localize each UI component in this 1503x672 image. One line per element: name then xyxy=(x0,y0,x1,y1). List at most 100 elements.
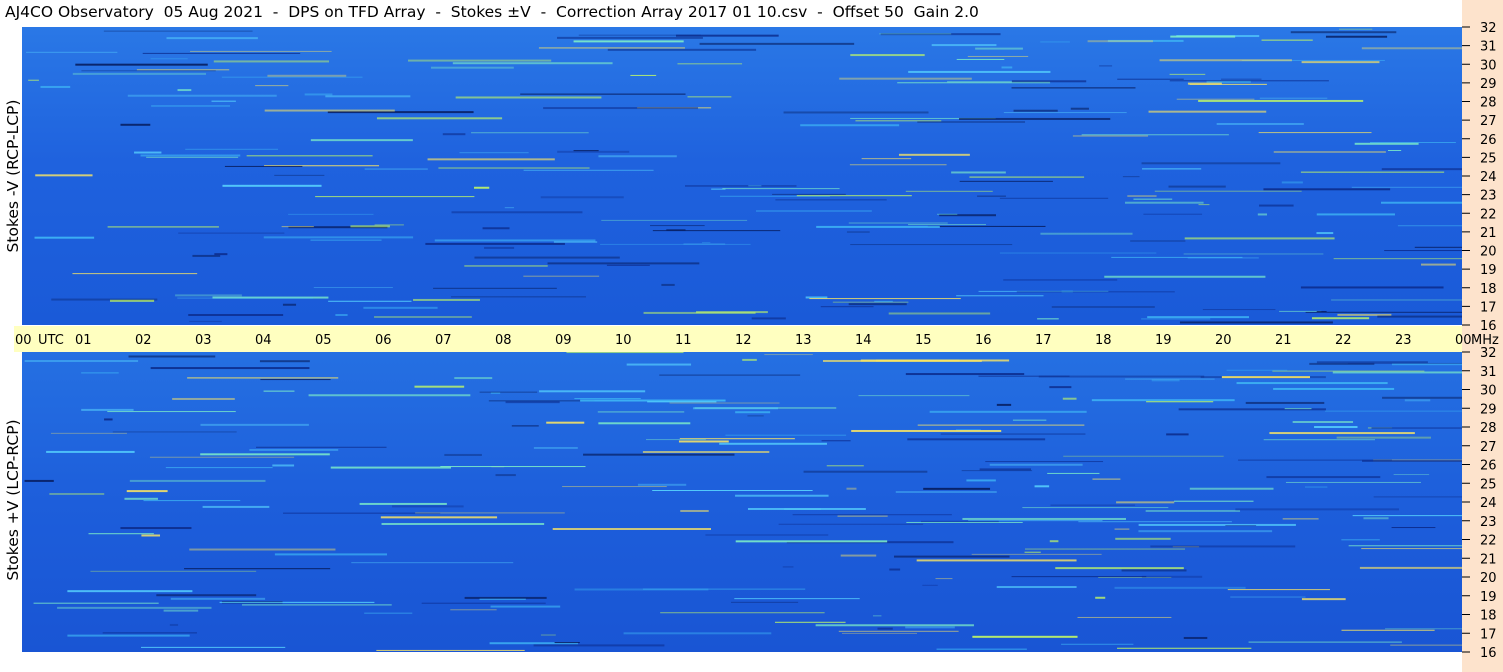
spectrogram-streak xyxy=(1341,539,1380,541)
spectrogram-streak xyxy=(156,594,257,597)
spectrogram-streak xyxy=(282,303,297,306)
spectrogram-streak xyxy=(1397,225,1462,227)
spectrogram-streak xyxy=(573,150,599,152)
spectrogram-streak xyxy=(1170,35,1236,38)
spectrogram-streak xyxy=(783,111,929,114)
y-tick-label: 24 xyxy=(1480,170,1497,185)
x-tick-label: 16 xyxy=(975,333,992,348)
x-tick-label: 20 xyxy=(1215,333,1232,348)
spectrogram-streak xyxy=(956,58,1005,60)
spectrogram-streak xyxy=(1138,523,1296,526)
spectrogram-streak xyxy=(916,559,1077,562)
spectrogram-streak xyxy=(249,449,339,451)
spectrogram-streak xyxy=(35,174,93,177)
spectrogram-streak xyxy=(966,479,996,482)
spectrogram-streak xyxy=(546,421,585,424)
spectrogram-streak xyxy=(936,648,1027,650)
spectrogram-streak xyxy=(1304,486,1328,488)
spectrogram-streak xyxy=(850,244,1013,246)
spectrogram-streak xyxy=(451,296,586,298)
spectrogram-streak xyxy=(778,523,924,525)
spectrogram-streak xyxy=(832,301,909,303)
spectrogram-streak xyxy=(1385,628,1462,630)
y-tick-label: 17 xyxy=(1480,627,1497,642)
spectrogram-streak xyxy=(1091,399,1235,402)
spectrogram-streak xyxy=(735,494,829,497)
spectrogram-streak xyxy=(1111,256,1243,258)
spectrogram-streak xyxy=(851,429,1002,432)
y-tick-label: 24 xyxy=(1480,496,1497,511)
y-tick-label: 22 xyxy=(1480,207,1497,222)
y-tick-label: 16 xyxy=(1480,319,1497,334)
spectrogram-streak xyxy=(874,300,893,302)
spectrogram-streak xyxy=(1138,530,1273,533)
spectrogram-streak xyxy=(1169,80,1329,82)
spectrogram-streak xyxy=(547,262,700,265)
spectrogram-streak xyxy=(815,624,974,627)
spectrogram-streak xyxy=(1078,521,1232,523)
spectrogram-streak xyxy=(40,85,71,88)
y-tick-label: 21 xyxy=(1480,226,1497,241)
x-tick-label: 14 xyxy=(855,333,872,348)
spectrogram-streak xyxy=(414,385,465,388)
spectrogram-streak xyxy=(803,470,928,473)
spectrogram-streak xyxy=(479,598,526,600)
spectrogram-streak xyxy=(1003,279,1118,281)
spectrogram-streak xyxy=(1174,500,1254,502)
spectrogram-streak xyxy=(1013,109,1058,112)
x-tick-label: 07 xyxy=(435,333,452,348)
spectrogram-streak xyxy=(81,70,216,72)
spectrogram-streak xyxy=(315,196,475,198)
spectrogram-streak xyxy=(861,158,912,160)
spectrogram-streak xyxy=(455,96,602,99)
spectrogram-streak xyxy=(846,487,857,490)
spectrogram-streak xyxy=(669,402,780,404)
spectrogram-streak xyxy=(1121,569,1187,572)
spectrogram-streak xyxy=(1198,204,1210,206)
spectrogram-streak xyxy=(841,632,918,634)
spectrogram-streak xyxy=(849,164,947,166)
spectrogram-streak xyxy=(127,94,277,97)
spectrogram-streak xyxy=(1189,83,1267,85)
spectrogram-streak xyxy=(185,148,279,150)
spectrogram-streak xyxy=(150,367,310,370)
spectrogram-streak xyxy=(1169,73,1206,75)
spectrogram-streak xyxy=(177,297,313,299)
spectrogram-streak xyxy=(623,632,772,635)
spectrogram-streak xyxy=(922,584,938,586)
y-tick-label: 25 xyxy=(1480,151,1497,166)
spectrogram-streak xyxy=(606,264,650,266)
spectrogram-streak xyxy=(1273,387,1395,390)
spectrogram-streak xyxy=(1116,501,1175,504)
spectrogram-streak xyxy=(1337,313,1392,316)
y-tick-label: 31 xyxy=(1480,40,1497,55)
spectrogram-streak xyxy=(1225,525,1257,527)
spectrogram-streak xyxy=(971,553,1102,555)
x-tick-label: 23 xyxy=(1395,333,1412,348)
y-tick-label: 27 xyxy=(1480,440,1497,455)
spectrogram-streak xyxy=(985,461,1104,463)
spectrogram-streak xyxy=(224,165,303,167)
spectrogram-streak xyxy=(1351,186,1462,188)
spectrogram-streak xyxy=(543,107,699,110)
spectrogram-streak xyxy=(511,425,539,427)
spectrogram-streak xyxy=(820,306,874,308)
spectrogram-streak xyxy=(381,522,545,525)
spectrogram-streak xyxy=(898,153,970,156)
spectrogram-streak xyxy=(742,358,757,361)
spectrogram-streak xyxy=(188,313,284,316)
x-tick-label: 06 xyxy=(375,333,392,348)
spectrogram-streak xyxy=(1314,426,1358,429)
spectrogram-streak xyxy=(256,446,387,448)
spectrogram-streak xyxy=(438,167,590,169)
spectrogram-streak xyxy=(124,497,158,500)
spectrogram-streak xyxy=(165,467,273,469)
spectrogram-streak xyxy=(120,123,151,126)
spectrogram-streak xyxy=(129,479,266,482)
spectrogram-streak xyxy=(1070,107,1089,110)
spectrogram-streak xyxy=(533,447,578,449)
spectrogram-streak xyxy=(978,375,1070,377)
utc-axis-label: UTC xyxy=(38,333,64,348)
spectrogram-streak xyxy=(846,231,870,233)
spectrogram-streak xyxy=(28,79,39,81)
